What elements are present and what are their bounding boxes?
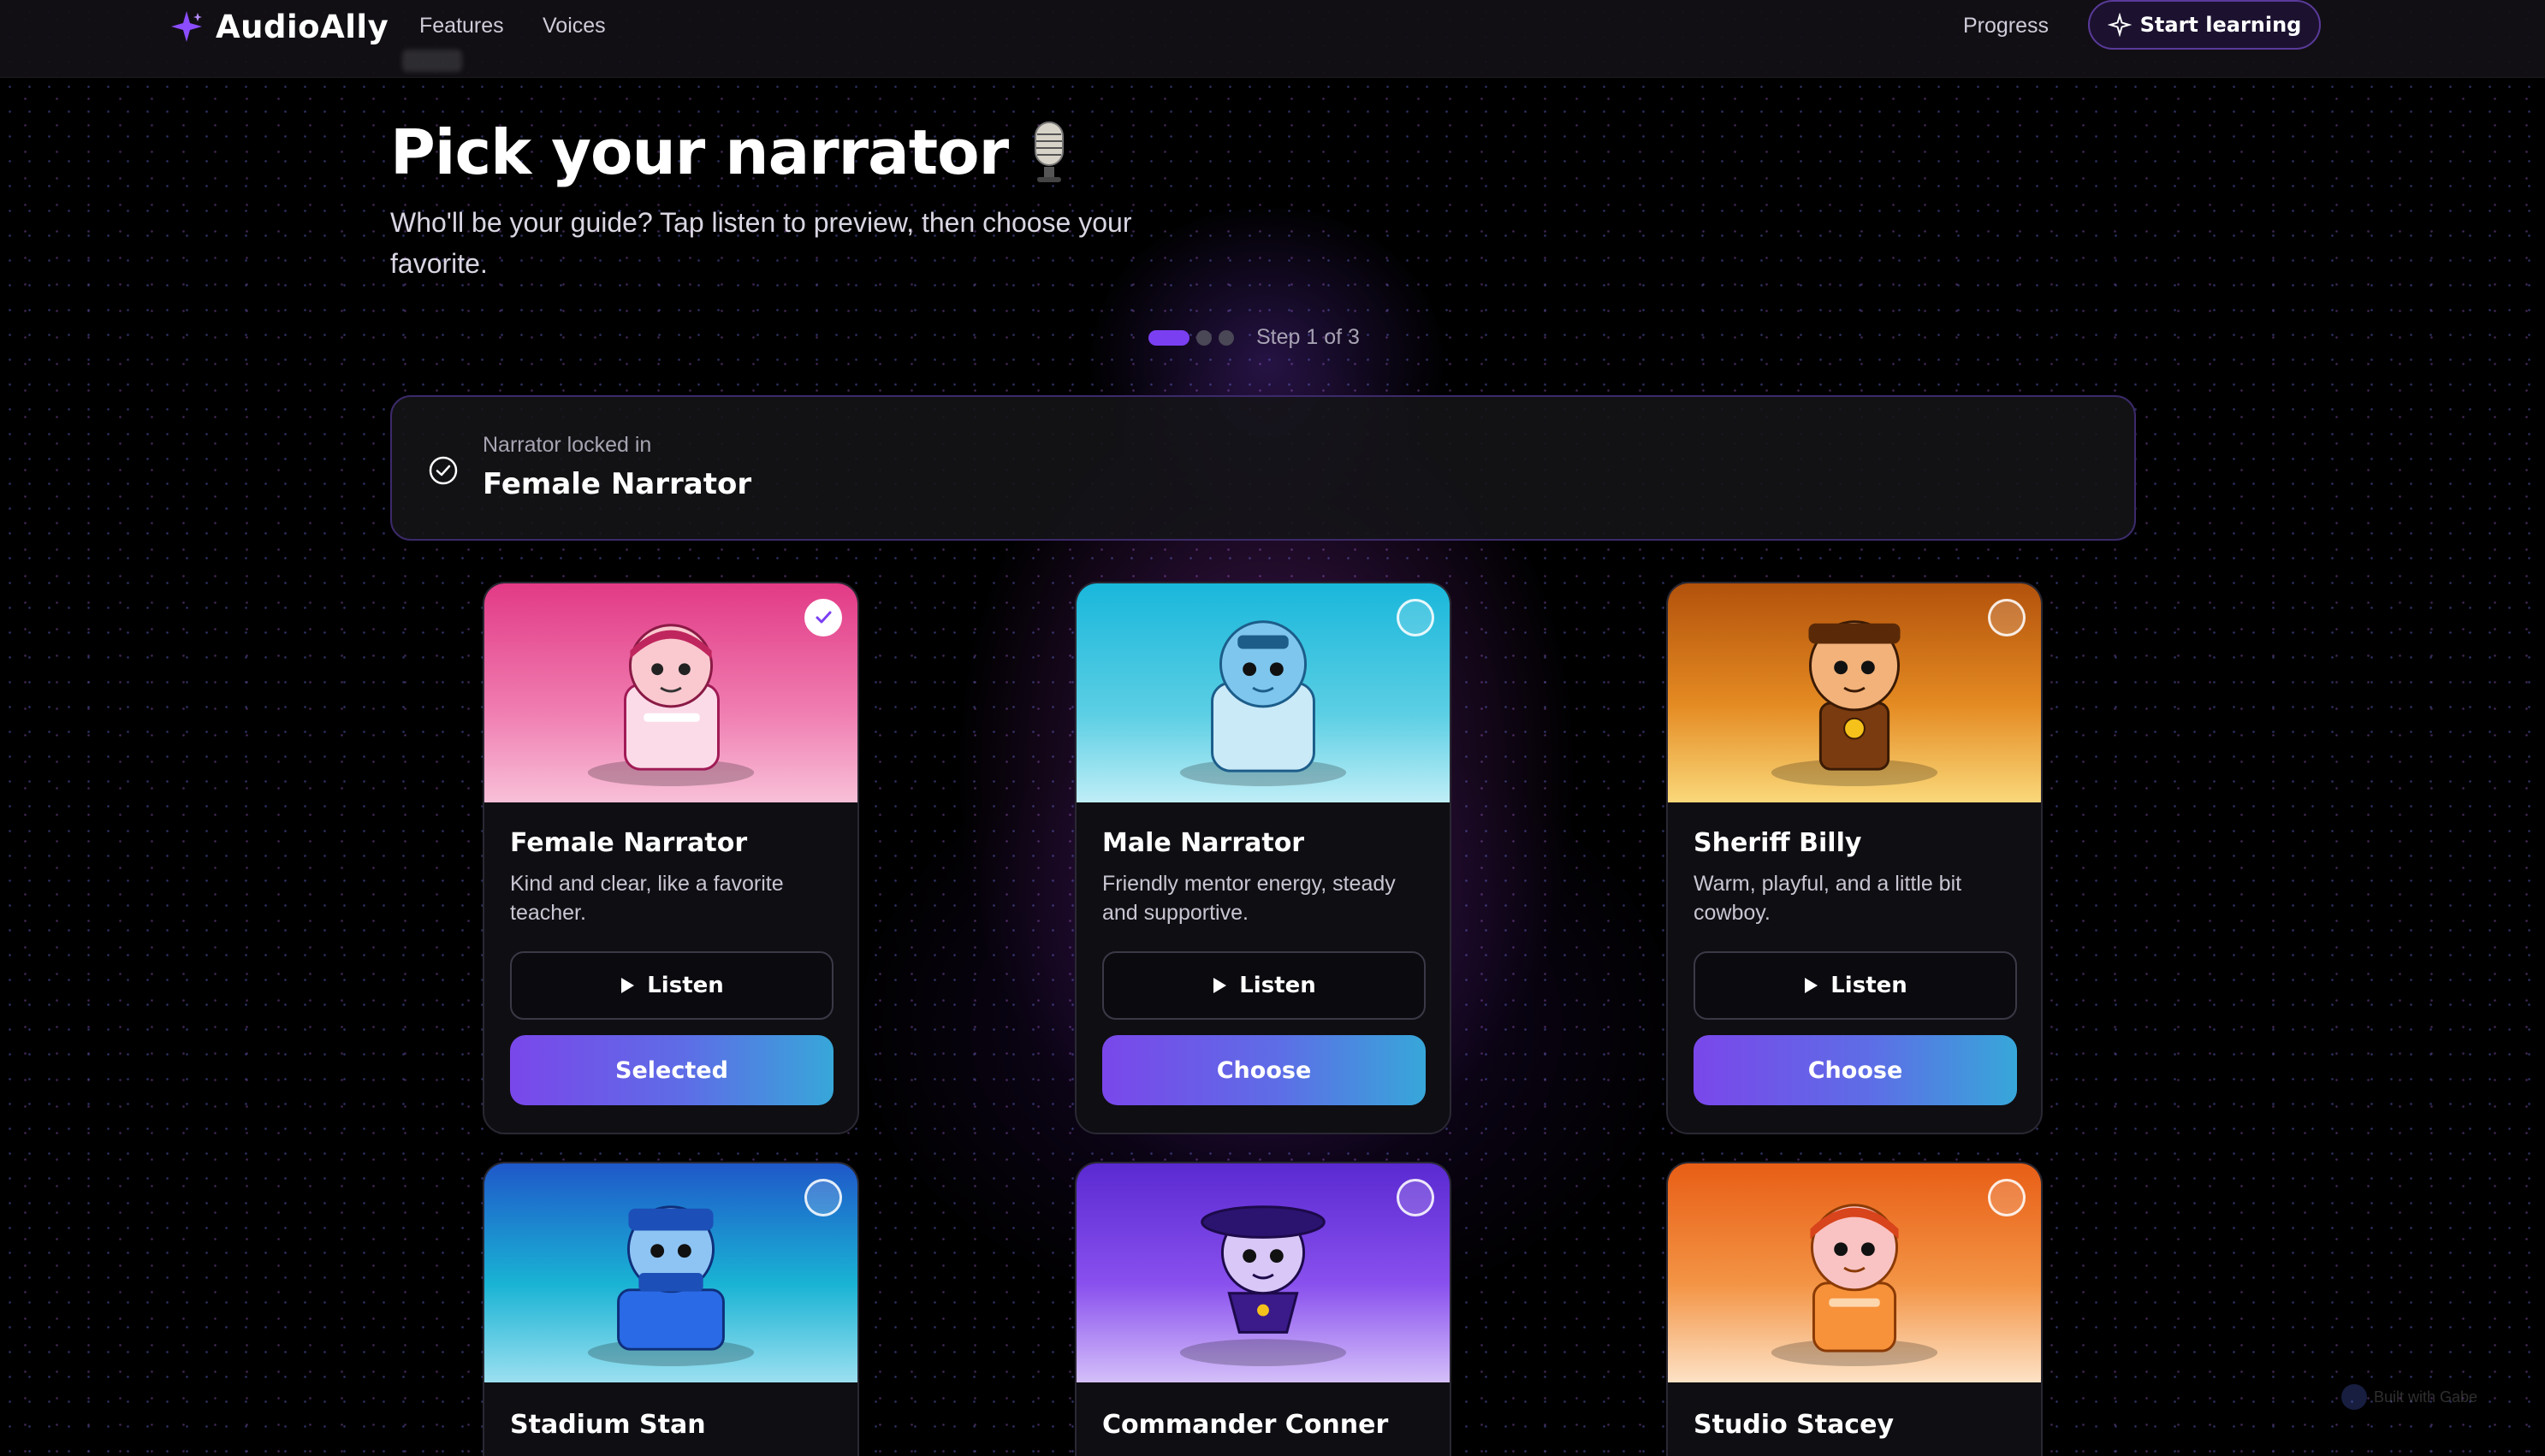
- narrator-description: Warm, playful, and a little bit cowboy.: [1694, 872, 1962, 925]
- selected-button[interactable]: Selected: [510, 1035, 834, 1105]
- select-toggle[interactable]: [804, 1179, 842, 1216]
- play-icon: [621, 978, 635, 993]
- top-navigation-bar: AudioAlly Features Voices Progress Start…: [0, 0, 2545, 78]
- studio-stacey-avatar: [1771, 1204, 1938, 1366]
- stadium-stan-avatar: [587, 1205, 755, 1366]
- choose-label: Choose: [1216, 1056, 1312, 1084]
- built-with-badge[interactable]: Built with Gabe: [2341, 1384, 2477, 1410]
- start-learning-label: Start learning: [2139, 13, 2302, 37]
- sparkle-icon: [2107, 13, 2132, 37]
- nav-link-features[interactable]: Features: [419, 14, 504, 38]
- female-narrator-avatar: [587, 624, 755, 786]
- nav-underline-indicator: [402, 50, 462, 72]
- page-title-text: Pick your narrator: [390, 116, 1009, 188]
- sparkle-logo-icon: [171, 11, 202, 42]
- brand-name: AudioAlly: [216, 8, 389, 45]
- select-toggle[interactable]: [1988, 1179, 2026, 1216]
- badge-text: Built with Gabe: [2374, 1388, 2478, 1406]
- narrator-name: Sheriff Billy: [1694, 828, 1862, 858]
- narrator-card-commander-conner: Commander Conner: [1075, 1162, 1451, 1456]
- narrator-description: Friendly mentor energy, steady and suppo…: [1102, 872, 1396, 925]
- select-toggle[interactable]: [1397, 599, 1434, 636]
- check-icon: [816, 611, 832, 624]
- narrator-card-male: Male Narrator Friendly mentor energy, st…: [1075, 582, 1451, 1134]
- narrator-name: Studio Stacey: [1694, 1410, 1894, 1440]
- narrator-name: Stadium Stan: [510, 1410, 706, 1440]
- listen-button[interactable]: Listen: [510, 951, 834, 1020]
- choose-button[interactable]: Choose: [1102, 1035, 1426, 1105]
- choose-label: Choose: [1807, 1056, 1903, 1084]
- narrator-name: Male Narrator: [1102, 828, 1305, 858]
- narrator-card-stadium-stan: Stadium Stan: [483, 1162, 859, 1456]
- nav-link-voices[interactable]: Voices: [543, 14, 606, 38]
- banner-label: Narrator locked in: [483, 433, 652, 457]
- narrator-card-female: Female Narrator Kind and clear, like a f…: [483, 582, 859, 1134]
- narrator-card-sheriff-billy: Sheriff Billy Warm, playful, and a littl…: [1666, 582, 2043, 1134]
- selected-check-toggle[interactable]: [804, 599, 842, 636]
- page-title: Pick your narrator: [390, 116, 1073, 188]
- narrator-locked-banner: Narrator locked in Female Narrator: [390, 395, 2136, 541]
- selected-label: Selected: [615, 1056, 728, 1084]
- step-indicator: Step 1 of 3: [1148, 325, 1360, 350]
- step-text: Step 1 of 3: [1256, 325, 1360, 349]
- step-dot: [1219, 329, 1234, 346]
- narrator-name: Female Narrator: [510, 828, 748, 858]
- narrator-name: Commander Conner: [1102, 1410, 1389, 1440]
- select-toggle[interactable]: [1397, 1179, 1434, 1216]
- microphone-icon: [1035, 121, 1065, 182]
- badge-logo-icon: [2341, 1384, 2367, 1410]
- sheriff-billy-avatar: [1771, 620, 1938, 786]
- start-learning-button[interactable]: Start learning: [2088, 0, 2321, 50]
- listen-label: Listen: [1239, 973, 1316, 998]
- listen-button[interactable]: Listen: [1694, 951, 2017, 1020]
- listen-label: Listen: [1830, 973, 1907, 998]
- brand-logo[interactable]: AudioAlly: [168, 5, 389, 48]
- play-icon: [1213, 978, 1227, 993]
- banner-value: Female Narrator: [483, 467, 752, 501]
- step-dot-active: [1148, 329, 1189, 346]
- play-icon: [1805, 978, 1818, 993]
- select-toggle[interactable]: [1988, 599, 2026, 636]
- check-circle-icon: [429, 456, 458, 485]
- commander-conner-avatar: [1179, 1205, 1347, 1366]
- male-narrator-avatar: [1179, 620, 1347, 786]
- listen-label: Listen: [647, 973, 724, 998]
- page-subtitle: Who'll be your guide? Tap listen to prev…: [390, 207, 1132, 279]
- listen-button[interactable]: Listen: [1102, 951, 1426, 1020]
- choose-button[interactable]: Choose: [1694, 1035, 2017, 1105]
- narrator-description: Kind and clear, like a favorite teacher.: [510, 872, 784, 925]
- narrator-card-studio-stacey: Studio Stacey: [1666, 1162, 2043, 1456]
- step-dot: [1196, 329, 1212, 346]
- nav-link-progress[interactable]: Progress: [1963, 14, 2049, 38]
